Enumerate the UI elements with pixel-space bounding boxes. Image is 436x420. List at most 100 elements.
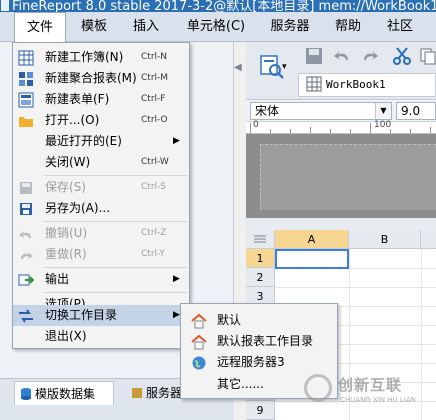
- menu-community[interactable]: 社区: [378, 12, 422, 42]
- menu-item-recent[interactable]: 最近打开的(E) ▶: [13, 131, 189, 152]
- font-family-select[interactable]: 宋体 ▼: [250, 102, 392, 120]
- tab-template-dataset-label: 模版数据集: [35, 387, 96, 401]
- cut-icon[interactable]: [392, 46, 412, 66]
- page-header-region: [260, 144, 436, 210]
- window-title: FineReport 8.0 stable 2017-3-2@默认[本地目录] …: [12, 0, 436, 12]
- open-folder-icon: [19, 117, 33, 127]
- selected-cell-a1[interactable]: [275, 249, 349, 269]
- home-icon: [191, 313, 207, 329]
- menu-item-label: 新建工作簿(N): [45, 50, 124, 64]
- row-header-2[interactable]: 2: [246, 268, 275, 287]
- menu-item-new-form[interactable]: 新建表单(F) Ctrl-F: [13, 89, 189, 110]
- grid-icon[interactable]: [306, 76, 322, 92]
- menu-separator: [43, 292, 187, 293]
- submenu-arrow-icon: ▶: [173, 274, 180, 284]
- font-toolbar: 宋体 ▼ 9.0: [246, 100, 436, 122]
- new-workbook-icon: [18, 50, 34, 66]
- menu-item-shortcut: Ctrl-Z: [141, 228, 167, 238]
- save-icon[interactable]: [304, 46, 324, 66]
- ruler-label: 100: [374, 120, 392, 130]
- row-header-9[interactable]: 9: [246, 401, 275, 420]
- submenu-arrow-icon: ▶: [173, 310, 180, 320]
- menu-item-close[interactable]: 关闭(W) Ctrl-W: [13, 152, 189, 173]
- submenu-item-label: 远程服务器3: [217, 355, 285, 369]
- column-header-b[interactable]: B: [349, 230, 421, 249]
- row-header-1[interactable]: 1: [246, 249, 275, 268]
- menu-separator: [43, 267, 187, 268]
- tab-workbook1[interactable]: WorkBook1: [326, 75, 386, 95]
- menu-item-shortcut: Ctrl-N: [141, 52, 167, 62]
- menu-cell[interactable]: 单元格(C): [178, 12, 254, 42]
- menu-item-shortcut: Ctrl-M: [141, 73, 169, 83]
- home-icon: [191, 334, 207, 350]
- menu-item-save-as[interactable]: 另存为(A)...: [13, 198, 189, 219]
- menu-item-undo[interactable]: 撤销(U) Ctrl-Z: [13, 223, 189, 244]
- undo-icon: [19, 231, 31, 238]
- column-header-c[interactable]: [421, 230, 436, 249]
- redo-icon[interactable]: [360, 46, 380, 66]
- menu-item-label: 新建表单(F): [45, 92, 110, 106]
- font-family-value: 宋体: [255, 104, 280, 118]
- ruler-tick: [250, 123, 251, 133]
- font-size-select[interactable]: 9.0: [396, 102, 436, 120]
- export-icon: [18, 274, 34, 286]
- menu-item-redo[interactable]: 重做(R) Ctrl-Y: [13, 244, 189, 265]
- workspace-toolbar: ▾ WorkBook1: [246, 42, 436, 100]
- watermark-circle-icon: [304, 374, 332, 402]
- watermark-text: 创新互联: [338, 376, 403, 394]
- menu-item-label: 切换工作目录: [45, 308, 118, 322]
- menu-insert[interactable]: 插入: [124, 12, 168, 42]
- menu-item-shortcut: Ctrl-O: [141, 115, 168, 125]
- copy-icon[interactable]: [418, 46, 436, 66]
- save-icon: [20, 182, 32, 194]
- menu-separator: [43, 175, 187, 176]
- menu-item-save[interactable]: 保存(S) Ctrl-S: [13, 177, 189, 198]
- menu-item-label: 重做(R): [45, 247, 87, 261]
- ruler-tick: [270, 129, 271, 133]
- menu-item-new-workbook[interactable]: 新建工作簿(N) Ctrl-N: [13, 47, 189, 68]
- chevron-down-icon[interactable]: ▼: [375, 103, 391, 119]
- menu-item-label: 保存(S): [45, 180, 86, 194]
- page-header-area: [246, 134, 436, 218]
- menu-item-shortcut: Ctrl-W: [141, 157, 169, 167]
- menu-item-export[interactable]: 输出 ▶: [13, 269, 189, 290]
- menu-help[interactable]: 帮助: [326, 12, 370, 42]
- undo-icon[interactable]: [332, 46, 352, 66]
- submenu-item-label: 其它......: [217, 377, 264, 391]
- server-icon: [132, 388, 142, 398]
- submenu-item-label: 默认报表工作目录: [217, 334, 314, 348]
- collapse-panel-icon[interactable]: ◀: [234, 62, 244, 78]
- ruler-label: 0: [253, 120, 259, 130]
- menu-separator: [43, 221, 187, 222]
- menu-item-shortcut: Ctrl-F: [141, 94, 166, 104]
- file-menu: 新建工作簿(N) Ctrl-N 新建聚合报表(M) Ctrl-M 新建表单(F)…: [12, 42, 190, 349]
- ruler-tick: [330, 129, 331, 133]
- menu-item-label: 关闭(W): [45, 155, 91, 169]
- database-icon: [21, 388, 31, 400]
- menu-item-shortcut: Ctrl-S: [141, 182, 166, 192]
- menu-template[interactable]: 模板: [72, 12, 116, 42]
- template-dropdown-icon[interactable]: ▾: [282, 62, 287, 72]
- submenu-item-default[interactable]: 默认: [181, 310, 337, 331]
- submenu-arrow-icon: ▶: [173, 136, 180, 146]
- menu-item-new-aggregate-report[interactable]: 新建聚合报表(M) Ctrl-M: [13, 68, 189, 89]
- menu-server[interactable]: 服务器: [262, 12, 318, 42]
- menu-file[interactable]: 文件: [14, 12, 66, 43]
- tab-template-dataset[interactable]: 模版数据集: [14, 381, 114, 405]
- menu-item-label: 打开...(O): [45, 113, 100, 127]
- menu-item-open[interactable]: 打开...(O) Ctrl-O: [13, 110, 189, 131]
- menu-item-exit[interactable]: 退出(X): [13, 326, 189, 347]
- new-form-icon: [18, 92, 34, 108]
- switch-directory-icon: [19, 309, 33, 323]
- grid-corner[interactable]: [246, 230, 275, 249]
- menu-item-switch-directory[interactable]: 切换工作目录 ▶: [13, 305, 189, 326]
- ruler-tick: [350, 129, 351, 133]
- submenu-item-default-report-dir[interactable]: 默认报表工作目录: [181, 331, 337, 352]
- menu-bar: 文件 模板 插入 单元格(C) 服务器 帮助 社区: [0, 12, 436, 43]
- watermark-logo: 创新互联 CHUANG XIN HU LIAN: [300, 368, 436, 420]
- menu-item-label: 另存为(A)...: [45, 201, 111, 215]
- ruler-tick: [290, 129, 291, 133]
- column-header-a[interactable]: A: [275, 230, 349, 249]
- globe-icon: [192, 356, 206, 370]
- menu-item-label: 最近打开的(E): [45, 134, 122, 148]
